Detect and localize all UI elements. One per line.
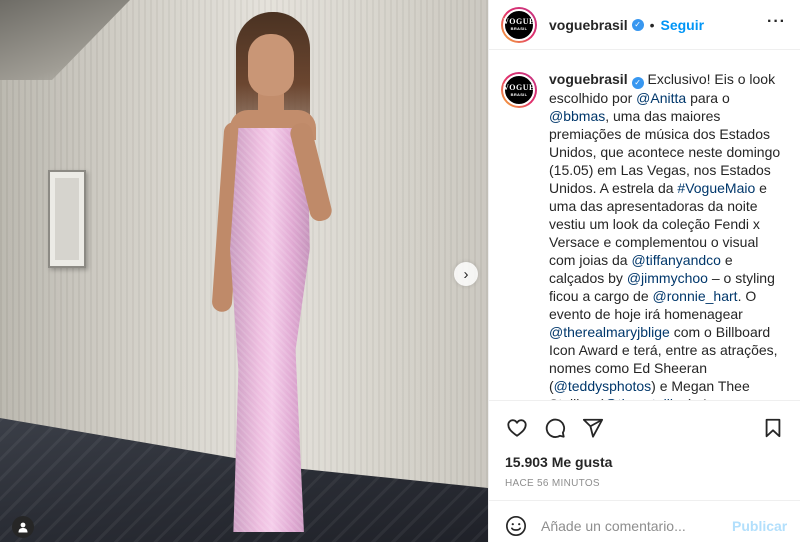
post-timestamp[interactable]: HACE 56 MINUTOS: [505, 478, 600, 489]
caption-mention[interactable]: @teddysphotos: [554, 378, 652, 394]
chevron-right-icon: ›: [463, 265, 469, 283]
vogue-brasil-logo: VOGUE BRASIL: [503, 74, 535, 106]
comment-button[interactable]: [543, 416, 567, 440]
verified-icon: ✓: [631, 18, 644, 31]
caption-text: voguebrasil ✓ Exclusivo! Eis o look escol…: [549, 70, 785, 400]
emoji-button[interactable]: [505, 514, 527, 538]
post-side-panel: VOGUE BRASIL voguebrasil ✓ • Seguir ··· …: [488, 0, 800, 542]
save-button[interactable]: [761, 416, 785, 440]
caption-mention[interactable]: @Anitta: [636, 90, 686, 106]
heart-icon: [507, 419, 527, 437]
like-button[interactable]: [505, 416, 529, 440]
caption-area[interactable]: VOGUE BRASIL voguebrasil ✓ Exclusivo! Eis…: [489, 50, 800, 400]
wall-frame: [48, 170, 86, 268]
verified-icon: ✓: [631, 77, 644, 89]
model-face: [248, 34, 294, 96]
dress-sparkle: [230, 128, 310, 532]
user-tag-icon: [18, 522, 28, 533]
comment-bar: Publicar: [489, 500, 800, 542]
follow-button[interactable]: Seguir: [661, 17, 705, 33]
bookmark-icon: [765, 418, 781, 438]
post-photo[interactable]: ›: [0, 0, 488, 542]
comment-input[interactable]: [541, 517, 722, 534]
caption-body: Exclusivo! Eis o look escolhido por @Ani…: [549, 71, 780, 400]
caption-mention[interactable]: @tiffanyandco: [631, 252, 720, 268]
caption-segment: para o: [686, 90, 730, 106]
author-username[interactable]: voguebrasil: [549, 17, 628, 33]
share-icon: [582, 418, 604, 438]
model-figure: [200, 12, 360, 532]
more-options-icon[interactable]: ···: [767, 14, 786, 30]
share-button[interactable]: [581, 416, 605, 440]
author-avatar[interactable]: VOGUE BRASIL: [501, 6, 537, 43]
separator-dot: •: [649, 16, 655, 33]
emoji-icon: [506, 515, 526, 536]
caption-mention[interactable]: @ronnie_hart: [653, 288, 738, 304]
caption-mention[interactable]: @jimmychoo: [627, 270, 708, 286]
caption-username[interactable]: voguebrasil: [549, 71, 628, 87]
caption-row: VOGUE BRASIL voguebrasil ✓ Exclusivo! Eis…: [501, 70, 787, 400]
publish-button[interactable]: Publicar: [732, 518, 787, 534]
user-tag-button[interactable]: [12, 516, 34, 538]
comment-icon: [545, 418, 566, 438]
caption-mention[interactable]: @therealmaryjblige: [549, 324, 670, 340]
next-image-button[interactable]: ›: [454, 262, 478, 286]
caption-author-avatar[interactable]: VOGUE BRASIL: [501, 72, 537, 108]
post-header: VOGUE BRASIL voguebrasil ✓ • Seguir ···: [489, 0, 800, 50]
vogue-brasil-logo: VOGUE BRASIL: [503, 8, 535, 41]
caption-mention[interactable]: @bbmas: [549, 108, 605, 124]
post-actions: [489, 400, 800, 455]
likes-count[interactable]: 15.903 Me gusta: [505, 454, 612, 470]
caption-mention[interactable]: #VogueMaio: [677, 180, 755, 196]
